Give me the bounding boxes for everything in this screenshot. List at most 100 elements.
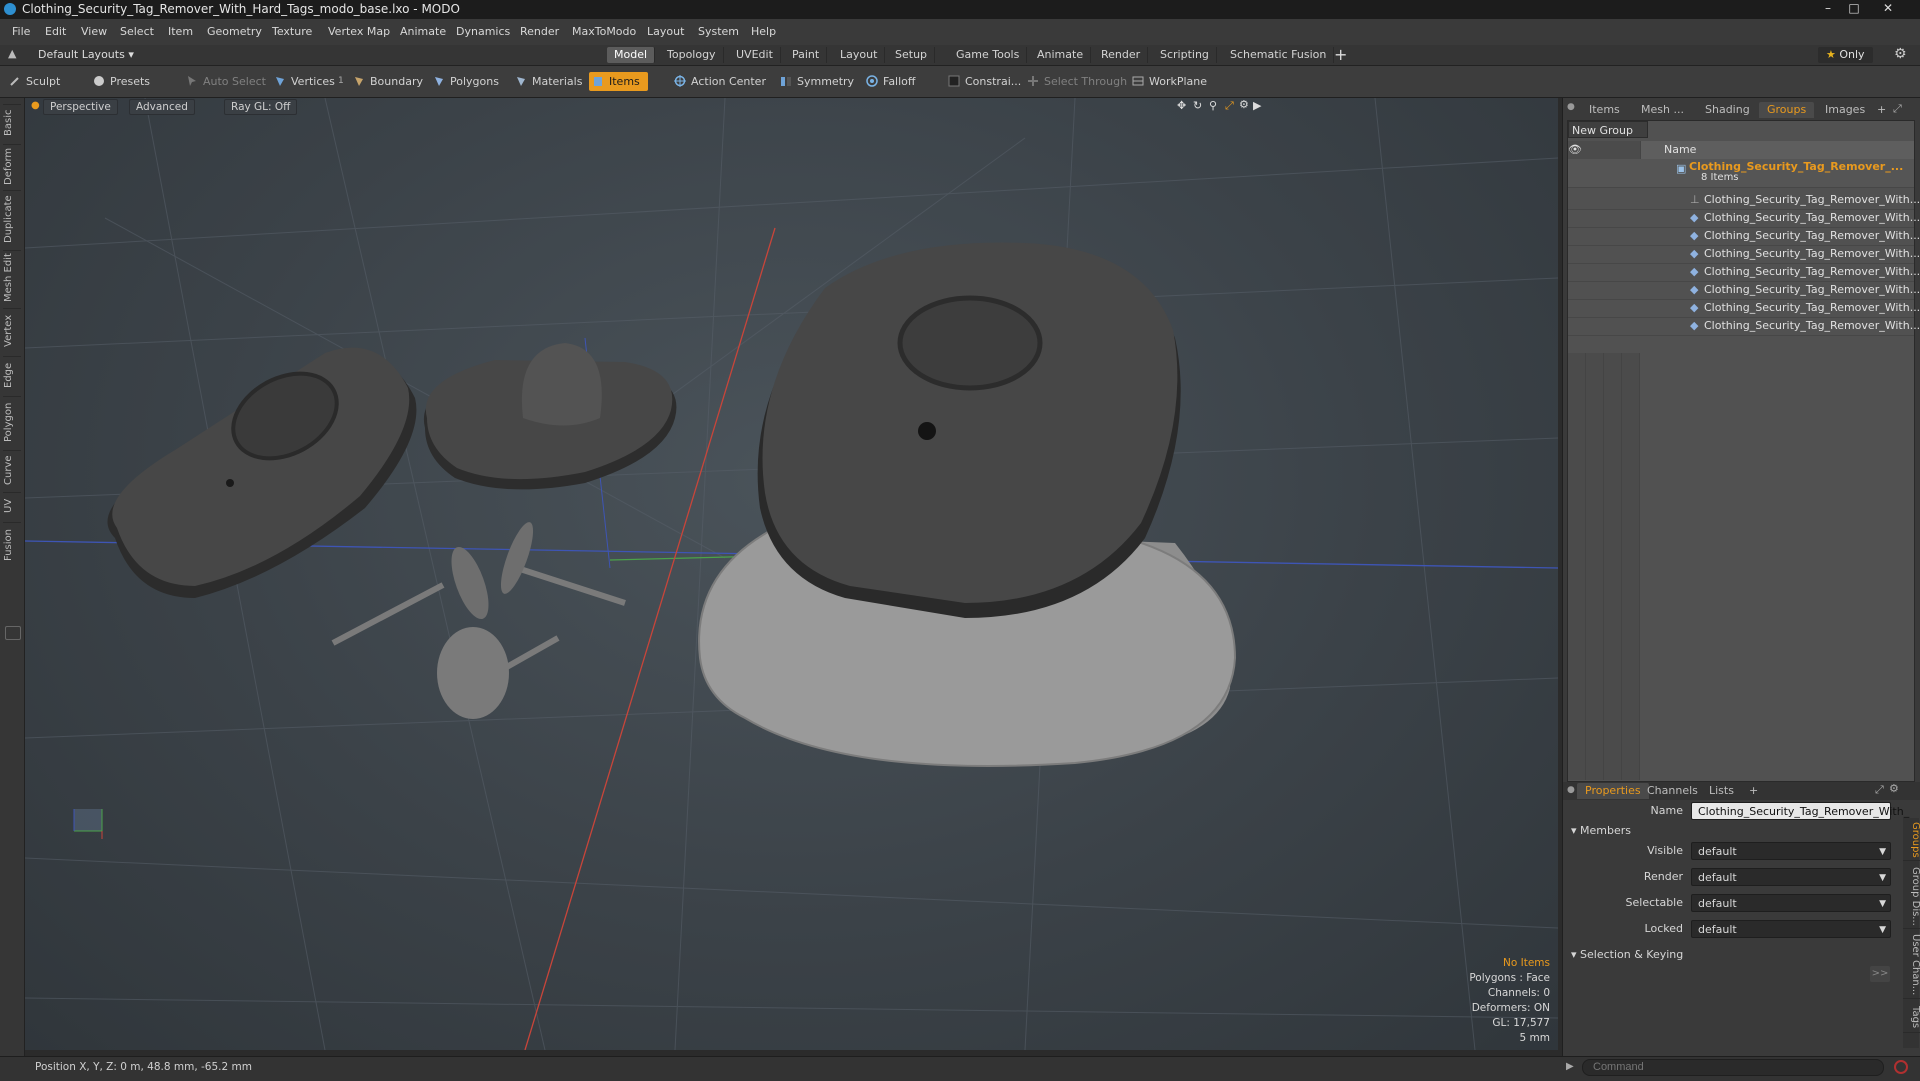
menu-file[interactable]: File [12,25,30,38]
side-tab-group-display[interactable]: Group Dis... [1903,864,1920,929]
tab-polygon[interactable]: Polygon [3,396,21,447]
visible-select[interactable]: default ▼ [1691,842,1891,860]
minimize-icon[interactable]: – [1816,0,1840,17]
maximize-icon[interactable]: □ [1842,0,1866,17]
viewport-settings-icon[interactable]: ⚙ [1239,98,1249,111]
tab-shading[interactable]: Shading [1697,102,1758,118]
menu-texture[interactable]: Texture [272,25,312,38]
list-item[interactable]: ◆ Clothing_Security_Tag_Remover_With... [1568,317,1920,336]
shading-mode-button[interactable]: Advanced [129,99,195,115]
zoom-view-icon[interactable]: ⚲ [1209,99,1217,112]
tab-game-tools[interactable]: Game Tools [949,47,1028,63]
sculpt-button[interactable]: Sculpt [6,72,60,91]
tab-mesh[interactable]: Mesh ... [1633,102,1692,118]
tab-edge[interactable]: Edge [3,356,21,393]
command-input[interactable] [1582,1059,1884,1076]
only-toggle[interactable]: ★ Only [1818,47,1873,63]
tab-setup[interactable]: Setup [888,47,936,63]
tab-uvedit[interactable]: UVEdit [729,47,781,63]
record-macro-icon[interactable] [1894,1060,1908,1074]
tab-vertex[interactable]: Vertex [3,308,21,353]
name-column-header[interactable]: Name [1664,141,1696,159]
tab-properties[interactable]: Properties [1577,783,1649,799]
menu-edit[interactable]: Edit [45,25,66,38]
tab-fusion[interactable]: Fusion [3,522,21,567]
add-panel-tab[interactable]: + [1869,102,1894,118]
viewport-expand-icon[interactable]: ▶ [1253,99,1261,112]
vertices-button[interactable]: Vertices [271,72,335,91]
tab-curve[interactable]: Curve [3,450,21,489]
move-view-icon[interactable]: ✥ [1177,99,1186,112]
list-item[interactable]: ◆ Clothing_Security_Tag_Remover_With... [1568,227,1920,246]
menu-select[interactable]: Select [120,25,154,38]
polygons-button[interactable]: Polygons [430,72,499,91]
side-tab-user-channels[interactable]: User Chan... [1903,932,1920,999]
list-item[interactable]: ◆ Clothing_Security_Tag_Remover_With... [1568,281,1920,300]
3d-viewport[interactable]: ● Perspective Advanced Ray GL: Off ✥ ↻ ⚲… [25,98,1558,1050]
tab-scripting[interactable]: Scripting [1153,47,1217,63]
constraints-button[interactable]: Constrai... [945,72,1021,91]
boundary-button[interactable]: Boundary [350,72,423,91]
render-select[interactable]: default ▼ [1691,868,1891,886]
tab-groups[interactable]: Groups [1759,102,1815,118]
layout-menu-icon[interactable]: ▲ [8,47,16,60]
tab-topology[interactable]: Topology [660,47,724,63]
auto-select-button[interactable]: Auto Select [183,72,266,91]
list-item[interactable]: ◆ Clothing_Security_Tag_Remover_With... [1568,299,1920,318]
symmetry-button[interactable]: Symmetry [777,72,854,91]
add-tab-button[interactable]: + [1334,45,1347,64]
raygl-button[interactable]: Ray GL: Off [224,99,298,115]
menu-system[interactable]: System [698,25,739,38]
selectable-select[interactable]: default ▼ [1691,894,1891,912]
select-through-button[interactable]: Select Through [1024,72,1127,91]
list-item[interactable]: ◆ Clothing_Security_Tag_Remover_With... [1568,245,1920,264]
settings-gear-icon[interactable]: ⚙ [1894,46,1907,62]
select-column-icon[interactable] [1622,141,1641,159]
tab-render[interactable]: Render [1094,47,1149,63]
visibility-column-icon[interactable]: 👁 [1568,141,1587,159]
tab-duplicate[interactable]: Duplicate [3,190,21,247]
tab-lists[interactable]: Lists [1701,783,1742,799]
menu-render[interactable]: Render [520,25,559,38]
menu-geometry[interactable]: Geometry [207,25,262,38]
tab-model[interactable]: Model [607,47,656,63]
props-expand-icon[interactable]: ⤢ [1875,783,1884,797]
menu-help[interactable]: Help [751,25,776,38]
menu-item[interactable]: Item [168,25,193,38]
props-settings-icon[interactable]: ⚙ [1889,782,1899,795]
menu-vertex-map[interactable]: Vertex Map [328,25,390,38]
presets-button[interactable]: Presets [90,72,150,91]
workplane-button[interactable]: WorkPlane [1129,72,1207,91]
collapse-panel-button[interactable] [5,626,21,640]
tab-images[interactable]: Images [1817,102,1873,118]
tab-channels[interactable]: Channels [1639,783,1706,799]
list-item[interactable]: ◆ Clothing_Security_Tag_Remover_With... [1568,209,1920,228]
tab-deform[interactable]: Deform [3,144,21,187]
view-mode-button[interactable]: Perspective [43,99,118,115]
action-center-button[interactable]: Action Center [671,72,766,91]
tab-mesh-edit[interactable]: Mesh Edit [3,250,21,305]
add-props-tab[interactable]: + [1741,783,1766,799]
list-item[interactable]: ◆ Clothing_Security_Tag_Remover_With... [1568,263,1920,282]
close-icon[interactable]: ✕ [1868,0,1908,17]
menu-layout[interactable]: Layout [647,25,684,38]
side-tab-tags[interactable]: Tags [1903,1002,1920,1033]
props-menu-icon[interactable]: ● [1567,785,1575,795]
tab-schematic-fusion[interactable]: Schematic Fusion [1223,47,1335,63]
panel-menu-icon[interactable]: ● [1567,102,1575,112]
tab-layout[interactable]: Layout [833,47,886,63]
layout-select[interactable]: Default Layouts ▾ [38,48,134,61]
menu-maxtomodo[interactable]: MaxToModo [572,25,636,38]
panel-expand-icon[interactable]: ⤢ [1893,102,1902,116]
locked-select[interactable]: default ▼ [1691,920,1891,938]
fit-view-icon[interactable]: ⤢ [1225,99,1234,113]
selection-keying-section[interactable]: ▾ Selection & Keying [1571,948,1683,961]
menu-view[interactable]: View [81,25,107,38]
side-tab-groups[interactable]: Groups [1903,820,1920,861]
items-button[interactable]: Items [589,72,648,91]
tab-uv[interactable]: UV [3,492,21,519]
rotate-view-icon[interactable]: ↻ [1193,99,1202,112]
tab-items[interactable]: Items [1581,102,1628,118]
members-section[interactable]: ▾ Members [1571,824,1631,837]
menu-dynamics[interactable]: Dynamics [456,25,510,38]
